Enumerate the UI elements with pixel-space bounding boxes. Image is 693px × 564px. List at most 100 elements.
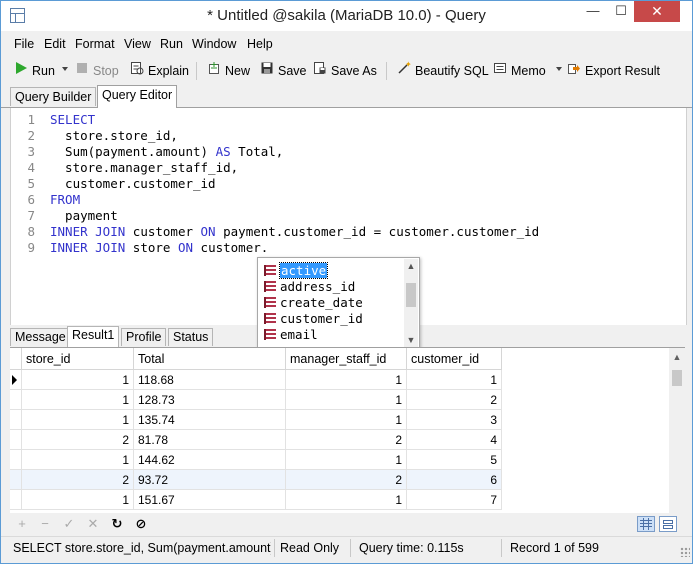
tab-status[interactable]: Status	[168, 328, 214, 346]
table-row[interactable]: 1 144.62 1 5	[10, 450, 502, 470]
row-indicator[interactable]	[10, 470, 22, 490]
column-header[interactable]: manager_staff_id	[286, 348, 407, 370]
add-record-icon[interactable]: +	[15, 517, 29, 531]
menu-view[interactable]: View	[124, 37, 151, 51]
scroll-thumb[interactable]	[672, 370, 682, 386]
tab-query-builder[interactable]: Query Builder	[10, 87, 97, 106]
scroll-up-icon[interactable]: ▲	[404, 259, 418, 273]
menu-format[interactable]: Format	[75, 37, 115, 51]
code-line[interactable]: 5 customer.customer_id	[11, 176, 215, 192]
scroll-up-icon[interactable]: ▲	[669, 352, 685, 362]
row-indicator[interactable]	[10, 390, 22, 410]
table-cell[interactable]: 93.72	[134, 470, 286, 490]
close-button[interactable]: ✕	[634, 1, 680, 22]
explain-button[interactable]: Explain	[130, 61, 189, 81]
form-view-icon[interactable]	[659, 516, 677, 532]
code-line[interactable]: 1 SELECT	[11, 112, 95, 128]
table-cell[interactable]: 2	[407, 390, 502, 410]
code-line[interactable]: 6 FROM	[11, 192, 80, 208]
menu-help[interactable]: Help	[247, 37, 273, 51]
resize-grip[interactable]	[680, 547, 690, 557]
code-line[interactable]: 4 store.manager_staff_id,	[11, 160, 238, 176]
refresh-icon[interactable]: ↻	[110, 517, 124, 531]
code-line[interactable]: 8 INNER JOIN customer ON payment.customer…	[11, 224, 539, 240]
discard-changes-icon[interactable]: ✕	[86, 517, 100, 531]
row-indicator[interactable]	[10, 450, 22, 470]
menu-window[interactable]: Window	[192, 37, 236, 51]
table-cell[interactable]: 2	[22, 470, 134, 490]
table-cell[interactable]: 1	[286, 370, 407, 390]
scroll-thumb[interactable]	[406, 283, 416, 307]
table-cell[interactable]: 1	[22, 370, 134, 390]
export-result-button[interactable]: Export Result	[567, 61, 660, 81]
table-cell[interactable]: 1	[407, 370, 502, 390]
table-cell[interactable]: 3	[407, 410, 502, 430]
minimize-button[interactable]: —	[579, 1, 607, 22]
table-cell[interactable]: 1	[22, 410, 134, 430]
memo-dropdown-icon[interactable]	[556, 67, 562, 71]
table-row[interactable]: 1 151.67 1 7	[10, 490, 502, 510]
table-cell[interactable]: 1	[286, 390, 407, 410]
memo-button[interactable]: Memo	[493, 61, 546, 81]
column-header[interactable]: store_id	[22, 348, 134, 370]
table-cell[interactable]: 2	[22, 430, 134, 450]
delete-record-icon[interactable]: −	[38, 517, 52, 531]
table-cell[interactable]: 6	[407, 470, 502, 490]
column-header[interactable]: customer_id	[407, 348, 502, 370]
result-grid[interactable]: ▲ store_id Total manager_staff_id customer_…	[10, 348, 685, 513]
table-cell[interactable]: 1	[286, 490, 407, 510]
table-row[interactable]: 1 118.68 1 1	[10, 370, 502, 390]
table-row[interactable]: 1 128.73 1 2	[10, 390, 502, 410]
autocomplete-item[interactable]: address_id	[264, 279, 355, 295]
table-cell[interactable]: 1	[22, 490, 134, 510]
row-indicator[interactable]	[10, 410, 22, 430]
maximize-button[interactable]: ☐	[607, 1, 635, 22]
current-row-indicator[interactable]	[10, 370, 22, 390]
autocomplete-item[interactable]: customer_id	[264, 311, 363, 327]
run-dropdown-icon[interactable]	[62, 67, 68, 71]
table-row[interactable]: 2 93.72 2 6	[10, 470, 502, 490]
tab-profile[interactable]: Profile	[121, 328, 167, 346]
autocomplete-item[interactable]: create_date	[264, 295, 363, 311]
table-cell[interactable]: 5	[407, 450, 502, 470]
stop-button[interactable]: Stop	[75, 61, 119, 81]
row-indicator[interactable]	[10, 490, 22, 510]
menu-file[interactable]: File	[14, 37, 34, 51]
table-cell[interactable]: 128.73	[134, 390, 286, 410]
beautify-sql-button[interactable]: ✦ Beautify SQL	[397, 60, 489, 81]
table-cell[interactable]: 2	[286, 430, 407, 450]
apply-changes-icon[interactable]: ✓	[62, 517, 76, 531]
table-cell[interactable]: 4	[407, 430, 502, 450]
menu-edit[interactable]: Edit	[44, 37, 66, 51]
table-cell[interactable]: 135.74	[134, 410, 286, 430]
table-cell[interactable]: 144.62	[134, 450, 286, 470]
table-cell[interactable]: 1	[286, 410, 407, 430]
new-button[interactable]: New	[207, 61, 250, 81]
table-cell[interactable]: 1	[22, 450, 134, 470]
table-cell[interactable]: 151.67	[134, 490, 286, 510]
tab-result1[interactable]: Result1	[67, 326, 120, 347]
menu-run[interactable]: Run	[160, 37, 183, 51]
table-row[interactable]: 2 81.78 2 4	[10, 430, 502, 450]
table-row[interactable]: 1 135.74 1 3	[10, 410, 502, 430]
row-indicator[interactable]	[10, 430, 22, 450]
table-cell[interactable]: 1	[286, 450, 407, 470]
grid-view-icon[interactable]	[637, 516, 655, 532]
grid-scrollbar[interactable]: ▲	[669, 348, 685, 513]
code-line[interactable]: 3 Sum(payment.amount) AS Total,	[11, 144, 283, 160]
save-as-button[interactable]: Save As	[313, 61, 377, 81]
autocomplete-item[interactable]: active	[264, 262, 329, 279]
table-cell[interactable]: 7	[407, 490, 502, 510]
run-button[interactable]: Run	[14, 61, 55, 81]
tab-query-editor[interactable]: Query Editor	[97, 85, 178, 108]
code-line[interactable]: 2 store.store_id,	[11, 128, 177, 144]
table-cell[interactable]: 118.68	[134, 370, 286, 390]
save-button[interactable]: Save	[260, 61, 307, 81]
table-cell[interactable]: 81.78	[134, 430, 286, 450]
table-cell[interactable]: 1	[22, 390, 134, 410]
stop-icon[interactable]: ⊘	[134, 517, 148, 531]
table-cell[interactable]: 2	[286, 470, 407, 490]
code-line[interactable]: 9 INNER JOIN store ON customer.	[11, 240, 268, 256]
code-line[interactable]: 7 payment	[11, 208, 117, 224]
column-header[interactable]: Total	[134, 348, 286, 370]
